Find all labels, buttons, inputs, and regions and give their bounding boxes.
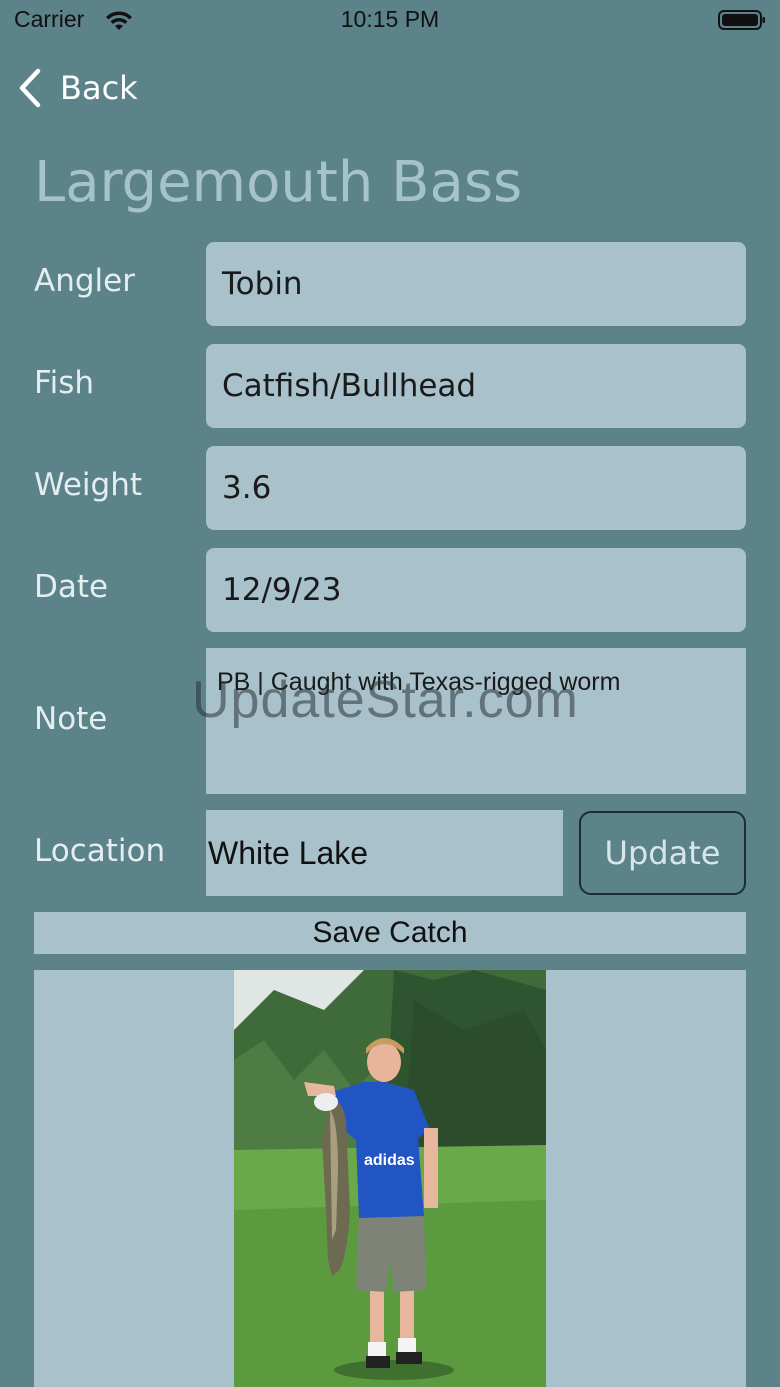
angler-field[interactable]: Tobin (206, 242, 746, 326)
svg-text:adidas: adidas (364, 1152, 415, 1169)
date-field[interactable]: 12/9/23 (206, 548, 746, 632)
status-bar: Carrier 10:15 PM (0, 0, 780, 44)
note-label: Note (34, 701, 108, 737)
location-field[interactable]: White Lake (206, 810, 563, 896)
fish-label: Fish (34, 365, 94, 401)
angler-label: Angler (34, 263, 135, 299)
location-label: Location (34, 833, 166, 869)
catch-photo: adidas (234, 970, 546, 1387)
chevron-left-icon (19, 68, 41, 108)
status-time: 10:15 PM (340, 6, 440, 32)
catch-photo-frame[interactable]: adidas (34, 970, 746, 1387)
fish-field[interactable]: Catfish/Bullhead (206, 344, 746, 428)
back-label: Back (60, 69, 138, 107)
battery-full-icon (718, 10, 765, 30)
weight-field[interactable]: 3.6 (206, 446, 746, 530)
save-catch-button[interactable]: Save Catch (34, 912, 746, 954)
weight-label: Weight (34, 467, 143, 503)
update-location-button[interactable]: Update (579, 811, 746, 895)
note-field[interactable]: PB | Caught with Texas-rigged worm (206, 648, 746, 794)
page-title: Largemouth Bass (34, 150, 523, 215)
date-label: Date (34, 569, 109, 605)
back-button[interactable]: Back (16, 64, 138, 112)
